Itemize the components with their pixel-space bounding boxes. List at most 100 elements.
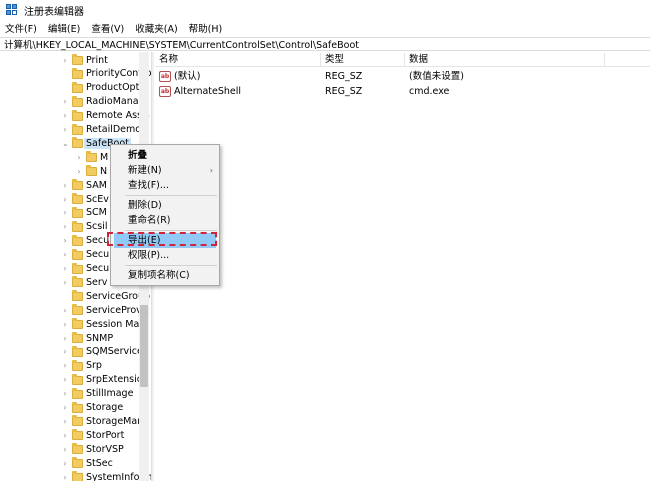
tree-item-label: Secu	[86, 263, 110, 274]
chevron-right-icon[interactable]: ›	[62, 320, 68, 329]
tree-scrollbar-thumb[interactable]	[140, 305, 148, 387]
folder-icon	[72, 429, 83, 441]
chevron-right-icon[interactable]: ›	[62, 264, 68, 273]
tree-item[interactable]: › StillImage	[0, 387, 151, 401]
chevron-right-icon[interactable]: ›	[76, 167, 82, 176]
chevron-right-icon[interactable]: ›	[62, 222, 68, 231]
value-name: (默认)	[174, 71, 201, 82]
folder-icon	[72, 318, 83, 330]
tree-item-label: Secu	[86, 235, 110, 247]
tree-item-label: SAM	[86, 179, 107, 191]
tree-item[interactable]: › SystemInform	[0, 470, 151, 481]
list-item[interactable]: ab AlternateShell REG_SZ cmd.exe	[155, 84, 650, 99]
tree-item[interactable]: ServiceGroup	[0, 289, 151, 303]
value-data: (数值未设置)	[409, 71, 464, 82]
tree-item[interactable]: › StorVSP	[0, 442, 151, 456]
address-path: 计算机\HKEY_LOCAL_MACHINE\SYSTEM\CurrentCon…	[4, 40, 359, 51]
menu-item-label: 权限(P)...	[128, 250, 170, 261]
tree-item[interactable]: › Srp	[0, 359, 151, 373]
chevron-right-icon[interactable]: ›	[62, 250, 68, 259]
tree-item[interactable]: › StSec	[0, 456, 151, 470]
menu-item-copy-key-name[interactable]: 复制项名称(C)	[111, 268, 219, 283]
menu-item-rename[interactable]: 重命名(R)	[111, 213, 219, 228]
list-header: 名称 类型 数据	[155, 53, 650, 67]
chevron-right-icon: ›	[209, 166, 213, 175]
tree-item[interactable]: › RadioManag	[0, 95, 151, 109]
chevron-right-icon[interactable]: ›	[76, 153, 82, 162]
chevron-right-icon[interactable]: ›	[62, 445, 68, 454]
folder-icon	[72, 81, 83, 93]
menu-item-find[interactable]: 查找(F)...	[111, 178, 219, 193]
context-menu: 折叠 新建(N) › 查找(F)... 删除(D) 重命名(R) 导出(E) 权限…	[110, 144, 220, 286]
chevron-right-icon[interactable]: ›	[62, 459, 68, 468]
menu-item-permissions[interactable]: 权限(P)...	[111, 248, 219, 263]
folder-icon	[72, 290, 83, 302]
tree-item[interactable]: › Print	[0, 53, 151, 67]
column-data[interactable]: 数据	[405, 53, 605, 67]
tree-item-label: StillImage	[86, 388, 134, 400]
chevron-down-icon[interactable]: ⌄	[62, 139, 69, 148]
tree-item[interactable]: › Session Man	[0, 317, 151, 331]
chevron-right-icon[interactable]: ›	[62, 181, 68, 190]
tree-item-label: RadioManag	[86, 96, 145, 108]
tree-item-label: Session Man	[86, 318, 146, 330]
chevron-right-icon[interactable]: ›	[62, 417, 68, 426]
menu-edit[interactable]: 编辑(E)	[48, 21, 80, 35]
menu-item-label: 删除(D)	[128, 200, 162, 211]
column-name[interactable]: 名称	[155, 53, 321, 67]
tree-item[interactable]: › StorageMana	[0, 414, 151, 428]
chevron-right-icon[interactable]: ›	[62, 278, 68, 287]
value-type: REG_SZ	[325, 71, 363, 82]
chevron-right-icon[interactable]: ›	[62, 306, 68, 315]
chevron-right-icon[interactable]: ›	[62, 236, 68, 245]
menu-favorites[interactable]: 收藏夹(A)	[135, 21, 177, 35]
tree-item-label: SCM	[86, 207, 107, 219]
folder-icon	[72, 109, 83, 121]
tree-item[interactable]: › RetailDemo	[0, 123, 151, 137]
chevron-right-icon[interactable]: ›	[62, 334, 68, 343]
tree-item[interactable]: › Storage	[0, 401, 151, 415]
menu-bar: 文件(F) 编辑(E) 查看(V) 收藏夹(A) 帮助(H)	[0, 20, 650, 36]
string-value-icon: ab	[159, 86, 171, 97]
menu-item-label: 查找(F)...	[128, 180, 169, 191]
chevron-right-icon[interactable]: ›	[62, 361, 68, 370]
tree-item[interactable]: ProductOptio	[0, 81, 151, 95]
address-bar[interactable]: 计算机\HKEY_LOCAL_MACHINE\SYSTEM\CurrentCon…	[0, 37, 650, 51]
chevron-right-icon[interactable]: ›	[62, 403, 68, 412]
menu-item-delete[interactable]: 删除(D)	[111, 198, 219, 213]
menu-file[interactable]: 文件(F)	[5, 21, 37, 35]
chevron-right-icon[interactable]: ›	[62, 208, 68, 217]
tree-item[interactable]: › SrpExtension	[0, 373, 151, 387]
tree-item[interactable]: PriorityContro	[0, 67, 151, 81]
chevron-right-icon[interactable]: ›	[62, 195, 68, 204]
folder-icon	[72, 234, 83, 246]
column-type[interactable]: 类型	[321, 53, 405, 67]
menu-help[interactable]: 帮助(H)	[189, 21, 223, 35]
tree-item-label: Storage	[86, 402, 124, 413]
chevron-right-icon[interactable]: ›	[62, 111, 68, 120]
tree-item-label: SNMP	[86, 332, 114, 344]
tree-item-label: Srp	[86, 360, 102, 372]
window-title: 注册表编辑器	[24, 6, 84, 18]
menu-item-label: 重命名(R)	[128, 215, 171, 226]
chevron-right-icon[interactable]: ›	[62, 389, 68, 398]
tree-item[interactable]: › Remote Assis	[0, 109, 151, 123]
chevron-right-icon[interactable]: ›	[62, 125, 68, 134]
chevron-right-icon[interactable]: ›	[62, 473, 68, 481]
menu-item-collapse[interactable]: 折叠	[111, 148, 219, 163]
folder-icon	[72, 304, 83, 316]
menu-item-new[interactable]: 新建(N) ›	[111, 163, 219, 178]
menu-view[interactable]: 查看(V)	[91, 21, 124, 35]
chevron-right-icon[interactable]: ›	[62, 97, 68, 106]
chevron-right-icon[interactable]: ›	[62, 347, 68, 356]
tree-item[interactable]: › SNMP	[0, 331, 151, 345]
chevron-right-icon[interactable]: ›	[62, 431, 68, 440]
tree-item-label: N	[100, 165, 108, 177]
tree-item[interactable]: › ServiceProvic	[0, 303, 151, 317]
chevron-right-icon[interactable]: ›	[62, 56, 68, 65]
tree-item[interactable]: › StorPort	[0, 428, 151, 442]
tree-item[interactable]: › SQMServiceL	[0, 345, 151, 359]
chevron-right-icon[interactable]: ›	[62, 375, 68, 384]
folder-icon	[72, 373, 83, 385]
list-item[interactable]: ab (默认) REG_SZ (数值未设置)	[155, 69, 650, 84]
